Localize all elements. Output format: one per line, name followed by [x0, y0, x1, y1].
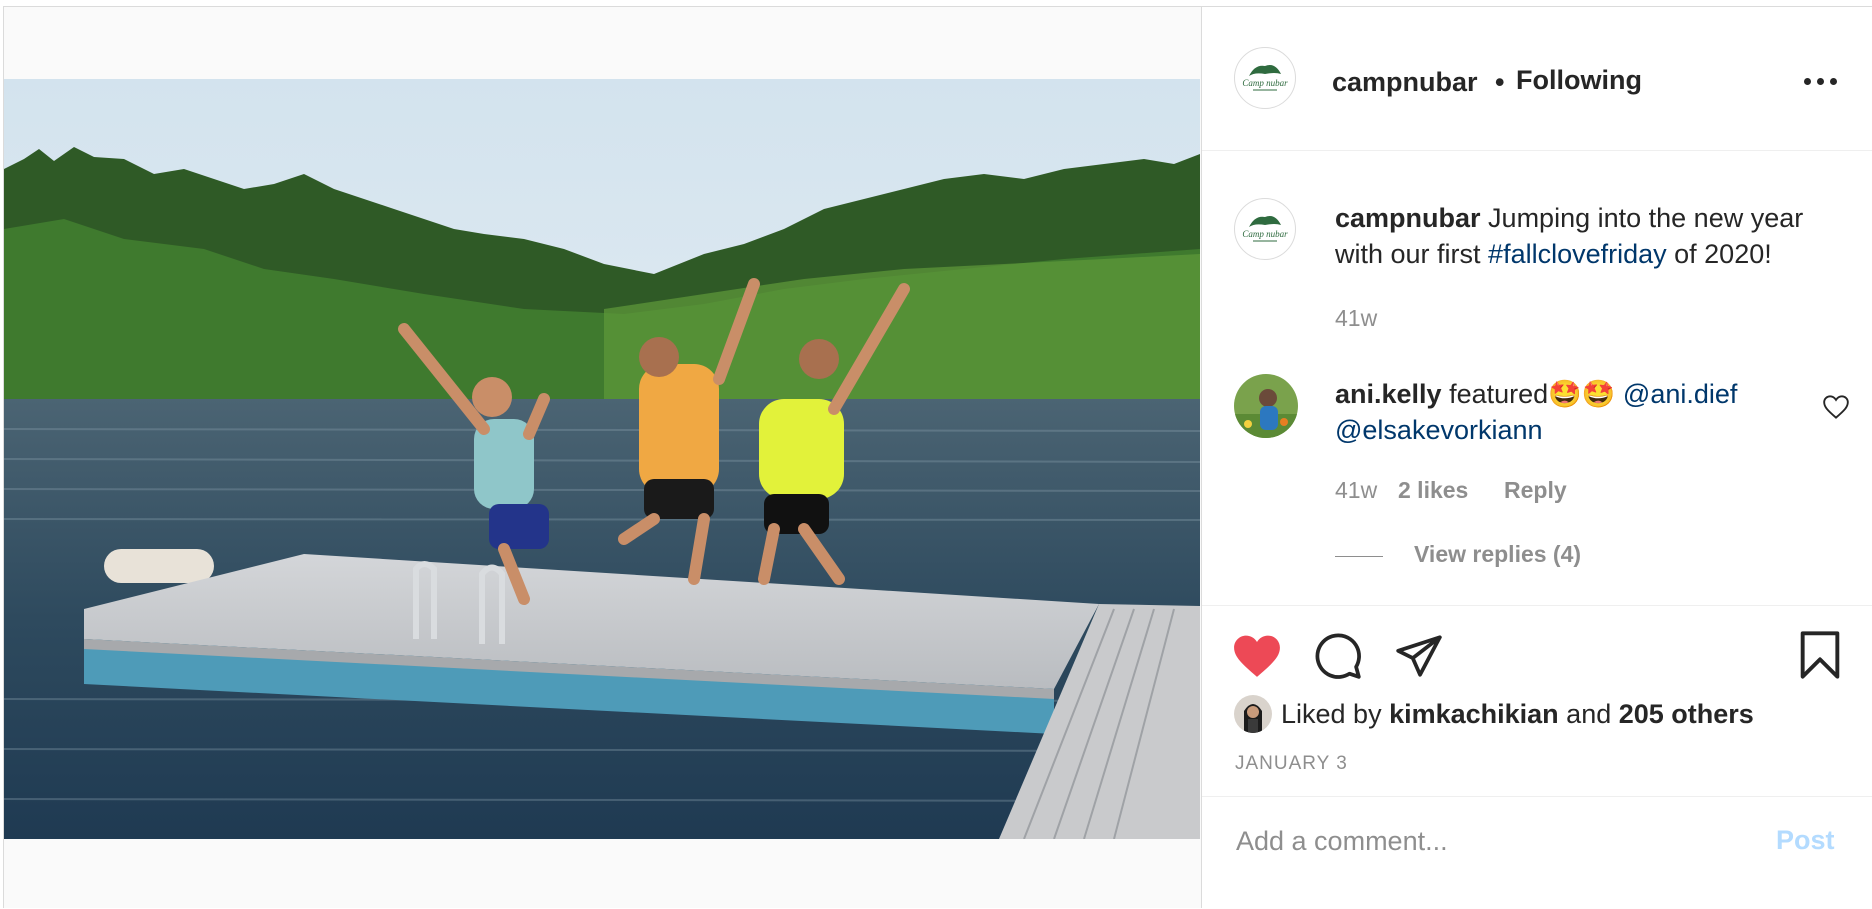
heart-outline-icon[interactable] — [1821, 394, 1851, 420]
likes-count-link[interactable]: 205 others — [1619, 699, 1754, 729]
liked-by-middle: and — [1558, 699, 1619, 729]
comment-age[interactable]: 41w — [1335, 477, 1377, 504]
actions-divider — [1202, 605, 1872, 607]
bookmark-icon[interactable] — [1798, 629, 1842, 681]
more-horizontal-icon[interactable] — [1804, 73, 1844, 89]
comment-avatar[interactable] — [1234, 374, 1298, 438]
liked-by-text: Liked by kimkachikian and 205 others — [1281, 699, 1754, 730]
heart-filled-icon[interactable] — [1232, 633, 1282, 679]
header-username[interactable]: campnubar — [1332, 67, 1478, 98]
caption-hashtag[interactable]: #fallclovefriday — [1488, 239, 1667, 269]
comment-username[interactable]: ani.kelly — [1335, 379, 1442, 409]
comment-body: featured🤩🤩 — [1441, 379, 1623, 409]
replies-divider — [1335, 556, 1383, 557]
logo-text: Camp nubar — [1242, 78, 1288, 88]
post-caption: campnubar Jumping into the new year with… — [1335, 200, 1855, 272]
post-date[interactable]: JANUARY 3 — [1235, 753, 1348, 775]
camp-logo-icon: Camp nubar — [1242, 65, 1288, 91]
logo-text: Camp nubar — [1242, 229, 1288, 239]
comment-input[interactable] — [1234, 815, 1758, 867]
paper-plane-icon[interactable] — [1394, 633, 1444, 679]
liked-by-avatar[interactable] — [1234, 695, 1272, 733]
add-comment-bar: Post — [1202, 796, 1872, 909]
mention-link[interactable]: @ani.dief — [1623, 379, 1737, 409]
mention-link[interactable]: @elsakevorkiann — [1335, 415, 1543, 445]
liked-by-user[interactable]: kimkachikian — [1389, 699, 1559, 729]
post-side-panel: Camp nubar campnubar • Following Camp nu… — [1201, 7, 1872, 908]
avatar[interactable]: Camp nubar — [1234, 47, 1296, 109]
post-button[interactable]: Post — [1776, 825, 1835, 856]
speech-bubble-icon[interactable] — [1313, 631, 1363, 681]
post-media[interactable] — [4, 7, 1200, 908]
comment-text: ani.kelly featured🤩🤩 @ani.dief @elsakevor… — [1335, 376, 1835, 448]
comment-likes[interactable]: 2 likes — [1398, 477, 1468, 504]
camp-logo-icon: Camp nubar — [1242, 216, 1288, 242]
caption-tail: of 2020! — [1666, 239, 1772, 269]
liked-by-prefix: Liked by — [1281, 699, 1390, 729]
following-button[interactable]: Following — [1516, 65, 1642, 96]
post-header: Camp nubar campnubar • Following — [1202, 7, 1872, 151]
header-separator: • — [1495, 67, 1505, 97]
post-photo[interactable] — [4, 79, 1200, 839]
caption-avatar[interactable]: Camp nubar — [1234, 198, 1296, 260]
reply-button[interactable]: Reply — [1504, 477, 1567, 504]
caption-username[interactable]: campnubar — [1335, 203, 1481, 233]
caption-age[interactable]: 41w — [1335, 305, 1377, 332]
view-replies-button[interactable]: View replies (4) — [1414, 541, 1581, 568]
